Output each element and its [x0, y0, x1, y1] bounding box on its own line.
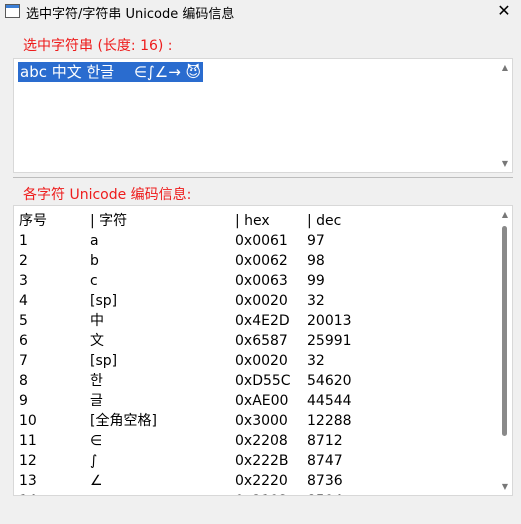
table-cell: 0x0020	[235, 353, 288, 369]
column-header: | dec	[307, 213, 342, 229]
table-cell: 10	[19, 413, 37, 429]
bottom-area	[0, 496, 521, 524]
table-cell: 8	[19, 373, 28, 389]
table-cell: 0xAE00	[235, 393, 289, 409]
scroll-down-arrow-icon[interactable]: ▼	[500, 159, 510, 169]
table-cell: 13	[19, 473, 37, 489]
table-cell: 0x2208	[235, 433, 288, 449]
table-cell: 99	[307, 273, 325, 289]
table-cell: 1	[19, 233, 28, 249]
table-cell: ∈	[90, 433, 103, 449]
title-bar: 选中字符/字符串 Unicode 编码信息 ✕	[0, 0, 521, 23]
table-cell: 32	[307, 293, 325, 309]
table-cell: 0x0020	[235, 293, 288, 309]
column-header: | hex	[235, 213, 270, 229]
info-label: 各字符 Unicode 编码信息:	[23, 187, 192, 203]
table-cell: 中	[90, 313, 104, 329]
table-cell: 8712	[307, 433, 343, 449]
table-cell: 4	[19, 293, 28, 309]
column-header: 序号	[19, 213, 47, 229]
selected-text[interactable]: abc 中文 한글 ∈∫∠→ 😈	[18, 62, 204, 82]
table-cell: 文	[90, 333, 104, 349]
table-cell: 0x0062	[235, 253, 288, 269]
divider	[13, 177, 513, 178]
table-cell: 3	[19, 273, 28, 289]
table-cell: 6	[19, 333, 28, 349]
selection-scrollbar[interactable]: ▲ ▼	[498, 59, 512, 172]
table-cell: 0x0063	[235, 273, 288, 289]
table-cell: 20013	[307, 313, 352, 329]
table-cell: 7	[19, 353, 28, 369]
table-cell: 한	[90, 373, 103, 389]
table-cell: 0x6587	[235, 333, 288, 349]
table-scrollbar[interactable]: ▲ ▼	[498, 206, 512, 495]
table-cell: 97	[307, 233, 325, 249]
table-cell: 54620	[307, 373, 352, 389]
scroll-up-arrow-icon[interactable]: ▲	[500, 210, 510, 220]
app-window-icon	[5, 4, 20, 18]
table-cell: 8736	[307, 473, 343, 489]
selected-text-box[interactable]: abc 中文 한글 ∈∫∠→ 😈 ▲ ▼	[13, 58, 513, 173]
table-cell: 0x0061	[235, 233, 288, 249]
table-cell: 0x3000	[235, 413, 288, 429]
table-cell: 8747	[307, 453, 343, 469]
table-cell: 12288	[307, 413, 352, 429]
column-header: | 字符	[90, 213, 128, 229]
table-cell: 글	[90, 393, 103, 409]
window-title: 选中字符/字符串 Unicode 编码信息	[26, 7, 235, 22]
scrollbar-thumb[interactable]	[502, 226, 507, 436]
scroll-up-arrow-icon[interactable]: ▲	[500, 63, 510, 73]
table-cell: [sp]	[90, 293, 118, 309]
table-cell: 0x4E2D	[235, 313, 290, 329]
table-cell: 5	[19, 313, 28, 329]
table-cell: 12	[19, 453, 37, 469]
table-cell: 98	[307, 253, 325, 269]
table-cell: 0x222B	[235, 453, 289, 469]
table-cell: 0xD55C	[235, 373, 291, 389]
close-button[interactable]: ✕	[487, 0, 521, 23]
unicode-info-table[interactable]: 序号 | 字符 | hex | dec 1 a 0x0061 97 2 b 0x0062 98 3 c 0x…	[13, 205, 513, 496]
table-cell: [sp]	[90, 353, 118, 369]
table-cell: 44544	[307, 393, 352, 409]
table-cell: 25991	[307, 333, 352, 349]
table-cell: 2	[19, 253, 28, 269]
table-cell: [全角空格]	[90, 413, 157, 429]
scroll-down-arrow-icon[interactable]: ▼	[500, 482, 510, 492]
table-cell: ∫	[90, 453, 98, 469]
table-cell: a	[90, 233, 99, 249]
table-cell: 0x2220	[235, 473, 288, 489]
table-cell: ∠	[90, 473, 103, 489]
selection-label: 选中字符串 (长度: 16) :	[23, 38, 173, 54]
table-cell: 11	[19, 433, 37, 449]
table-cell: c	[90, 273, 98, 289]
table-cell: 9	[19, 393, 28, 409]
table-cell: 32	[307, 353, 325, 369]
table-cell: b	[90, 253, 99, 269]
